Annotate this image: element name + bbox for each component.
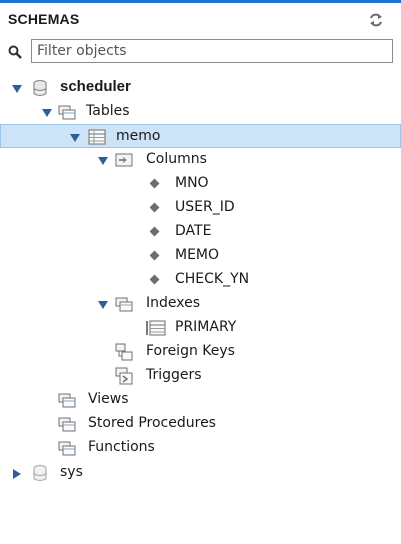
tree-item-foreign-keys[interactable]: Foreign Keys bbox=[0, 340, 401, 364]
column-item[interactable]: DATE bbox=[0, 220, 401, 244]
tree-item-tables[interactable]: Tables bbox=[0, 100, 401, 124]
expand-arrow-icon[interactable] bbox=[98, 298, 108, 309]
stored-procedures-label: Stored Procedures bbox=[88, 415, 216, 431]
column-item[interactable]: MNO bbox=[0, 172, 401, 196]
column-label: CHECK_YN bbox=[175, 271, 250, 287]
column-label: DATE bbox=[175, 223, 212, 239]
column-diamond-icon bbox=[149, 202, 160, 213]
schemas-header: SCHEMAS bbox=[0, 3, 401, 36]
tree-item-stored-procedures[interactable]: Stored Procedures bbox=[0, 412, 401, 436]
column-label: USER_ID bbox=[175, 199, 235, 215]
tree-item-triggers[interactable]: Triggers bbox=[0, 364, 401, 388]
tree-item-scheduler[interactable]: scheduler bbox=[0, 76, 401, 100]
column-item[interactable]: CHECK_YN bbox=[0, 268, 401, 292]
functions-folder-icon bbox=[58, 439, 76, 457]
expand-arrow-icon[interactable] bbox=[70, 131, 80, 142]
foreign-keys-icon bbox=[115, 343, 133, 361]
column-label: MNO bbox=[175, 175, 209, 191]
column-diamond-icon bbox=[149, 178, 160, 189]
columns-label: Columns bbox=[146, 151, 207, 167]
indexes-label: Indexes bbox=[146, 295, 201, 311]
triggers-label: Triggers bbox=[146, 367, 202, 383]
filter-bar bbox=[0, 38, 401, 66]
index-item[interactable]: PRIMARY bbox=[0, 316, 401, 340]
column-label: MEMO bbox=[175, 247, 220, 263]
column-item[interactable]: USER_ID bbox=[0, 196, 401, 220]
index-icon bbox=[146, 319, 166, 337]
triggers-icon bbox=[115, 367, 133, 385]
tables-label: Tables bbox=[86, 103, 130, 119]
panel-title: SCHEMAS bbox=[8, 11, 80, 27]
tree-item-sys[interactable]: sys bbox=[0, 461, 401, 485]
foreign-keys-label: Foreign Keys bbox=[146, 343, 235, 359]
folder-tables-icon bbox=[58, 103, 76, 121]
schema-label: sys bbox=[60, 464, 83, 480]
tree-item-views[interactable]: Views bbox=[0, 388, 401, 412]
filter-objects-input[interactable] bbox=[31, 39, 393, 63]
column-diamond-icon bbox=[149, 250, 160, 261]
expand-arrow-icon[interactable] bbox=[98, 154, 108, 165]
collapsed-arrow-icon[interactable] bbox=[12, 467, 22, 479]
indexes-folder-icon bbox=[115, 295, 133, 313]
functions-label: Functions bbox=[88, 439, 155, 455]
index-label: PRIMARY bbox=[175, 319, 237, 335]
column-diamond-icon bbox=[149, 274, 160, 285]
tree-item-memo[interactable]: memo bbox=[0, 124, 401, 148]
columns-folder-icon bbox=[115, 151, 133, 169]
column-item[interactable]: MEMO bbox=[0, 244, 401, 268]
database-icon bbox=[31, 464, 49, 482]
table-icon bbox=[88, 128, 106, 146]
search-icon bbox=[8, 45, 22, 59]
database-icon bbox=[31, 79, 49, 97]
tree-item-indexes[interactable]: Indexes bbox=[0, 292, 401, 316]
stored-procedures-folder-icon bbox=[58, 415, 76, 433]
schema-label: scheduler bbox=[60, 78, 131, 95]
views-label: Views bbox=[88, 391, 129, 407]
views-folder-icon bbox=[58, 391, 76, 409]
expand-arrow-icon[interactable] bbox=[12, 82, 22, 93]
column-diamond-icon bbox=[149, 226, 160, 237]
refresh-icon[interactable] bbox=[368, 12, 384, 28]
tree-item-functions[interactable]: Functions bbox=[0, 436, 401, 460]
tree-item-columns[interactable]: Columns bbox=[0, 148, 401, 172]
expand-arrow-icon[interactable] bbox=[42, 106, 52, 117]
table-label: memo bbox=[116, 128, 161, 144]
